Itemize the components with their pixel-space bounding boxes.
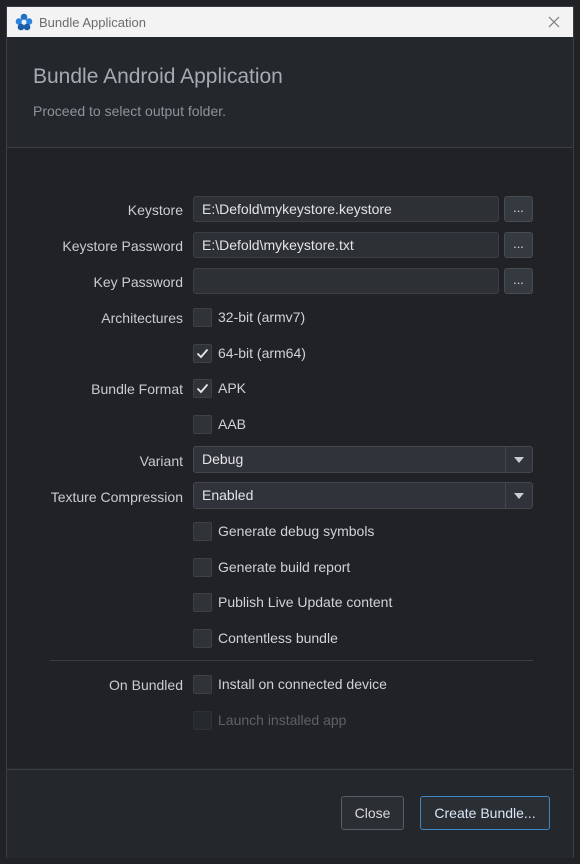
format-apk-label: APK [218, 380, 247, 396]
page-title: Bundle Android Application [33, 65, 283, 88]
arch-64bit-option[interactable]: 64-bit (arm64) [193, 343, 306, 363]
variant-select[interactable]: Debug [193, 446, 533, 473]
live-update-label: Publish Live Update content [218, 594, 393, 610]
format-apk-checkbox[interactable] [193, 378, 212, 398]
debug-symbols-label: Generate debug symbols [218, 523, 375, 539]
launch-app-label: Launch installed app [218, 712, 347, 728]
close-icon[interactable] [545, 13, 563, 31]
arch-32bit-option[interactable]: 32-bit (armv7) [193, 307, 305, 327]
install-device-checkbox[interactable] [193, 674, 212, 694]
keystore-password-label: Keystore Password [62, 238, 183, 254]
contentless-bundle-option[interactable]: Contentless bundle [193, 628, 338, 648]
keystore-label: Keystore [127, 202, 183, 218]
architectures-label: Architectures [101, 310, 183, 326]
format-apk-option[interactable]: APK [193, 378, 246, 398]
format-aab-checkbox[interactable] [193, 414, 212, 434]
arch-32bit-label: 32-bit (armv7) [218, 309, 306, 325]
on-bundled-label: On Bundled [109, 677, 183, 693]
contentless-bundle-label: Contentless bundle [218, 630, 338, 646]
page-subtitle: Proceed to select output folder. [33, 103, 227, 119]
key-password-field[interactable] [193, 268, 499, 294]
key-password-browse-button[interactable]: ... [504, 268, 533, 294]
checkmark-icon [196, 348, 209, 358]
build-report-checkbox[interactable] [193, 557, 212, 577]
install-device-label: Install on connected device [218, 676, 387, 692]
texture-compression-select[interactable]: Enabled [193, 482, 533, 509]
contentless-bundle-checkbox[interactable] [193, 628, 212, 648]
format-aab-label: AAB [218, 416, 247, 432]
close-button[interactable]: Close [341, 796, 404, 830]
create-bundle-button[interactable]: Create Bundle... [420, 796, 550, 830]
keystore-password-field[interactable] [193, 232, 499, 258]
key-password-label: Key Password [93, 274, 183, 290]
debug-symbols-checkbox[interactable] [193, 521, 212, 541]
section-divider [50, 660, 533, 661]
checkmark-icon [196, 383, 209, 393]
format-aab-option[interactable]: AAB [193, 414, 246, 434]
dialog-header: Bundle Android Application Proceed to se… [7, 37, 573, 148]
launch-app-checkbox [193, 710, 212, 730]
chevron-down-icon[interactable] [505, 483, 532, 508]
live-update-checkbox[interactable] [193, 592, 212, 612]
build-report-option[interactable]: Generate build report [193, 557, 350, 577]
title-bar: Bundle Application [7, 7, 573, 37]
install-device-option[interactable]: Install on connected device [193, 674, 387, 694]
texture-compression-label: Texture Compression [50, 489, 183, 505]
variant-value: Debug [202, 451, 244, 467]
keystore-password-browse-button[interactable]: ... [504, 232, 533, 258]
debug-symbols-option[interactable]: Generate debug symbols [193, 521, 374, 541]
variant-label: Variant [139, 453, 183, 469]
build-report-label: Generate build report [218, 559, 351, 575]
arch-32bit-checkbox[interactable] [193, 307, 212, 327]
form-panel: Keystore ... Keystore Password ... Key P… [7, 148, 573, 768]
defold-logo-icon [15, 13, 33, 31]
arch-64bit-label: 64-bit (arm64) [218, 345, 306, 361]
texture-compression-value: Enabled [202, 487, 254, 503]
launch-app-option: Launch installed app [193, 710, 346, 730]
chevron-down-icon[interactable] [505, 447, 532, 472]
keystore-field[interactable] [193, 196, 499, 222]
window-title: Bundle Application [39, 14, 146, 30]
dialog-footer: Close Create Bundle... [7, 769, 573, 858]
bundle-format-label: Bundle Format [91, 381, 183, 397]
arch-64bit-checkbox[interactable] [193, 343, 212, 363]
live-update-option[interactable]: Publish Live Update content [193, 592, 392, 612]
keystore-browse-button[interactable]: ... [504, 196, 533, 222]
bundle-dialog: Bundle Application Bundle Android Applic… [6, 6, 574, 858]
